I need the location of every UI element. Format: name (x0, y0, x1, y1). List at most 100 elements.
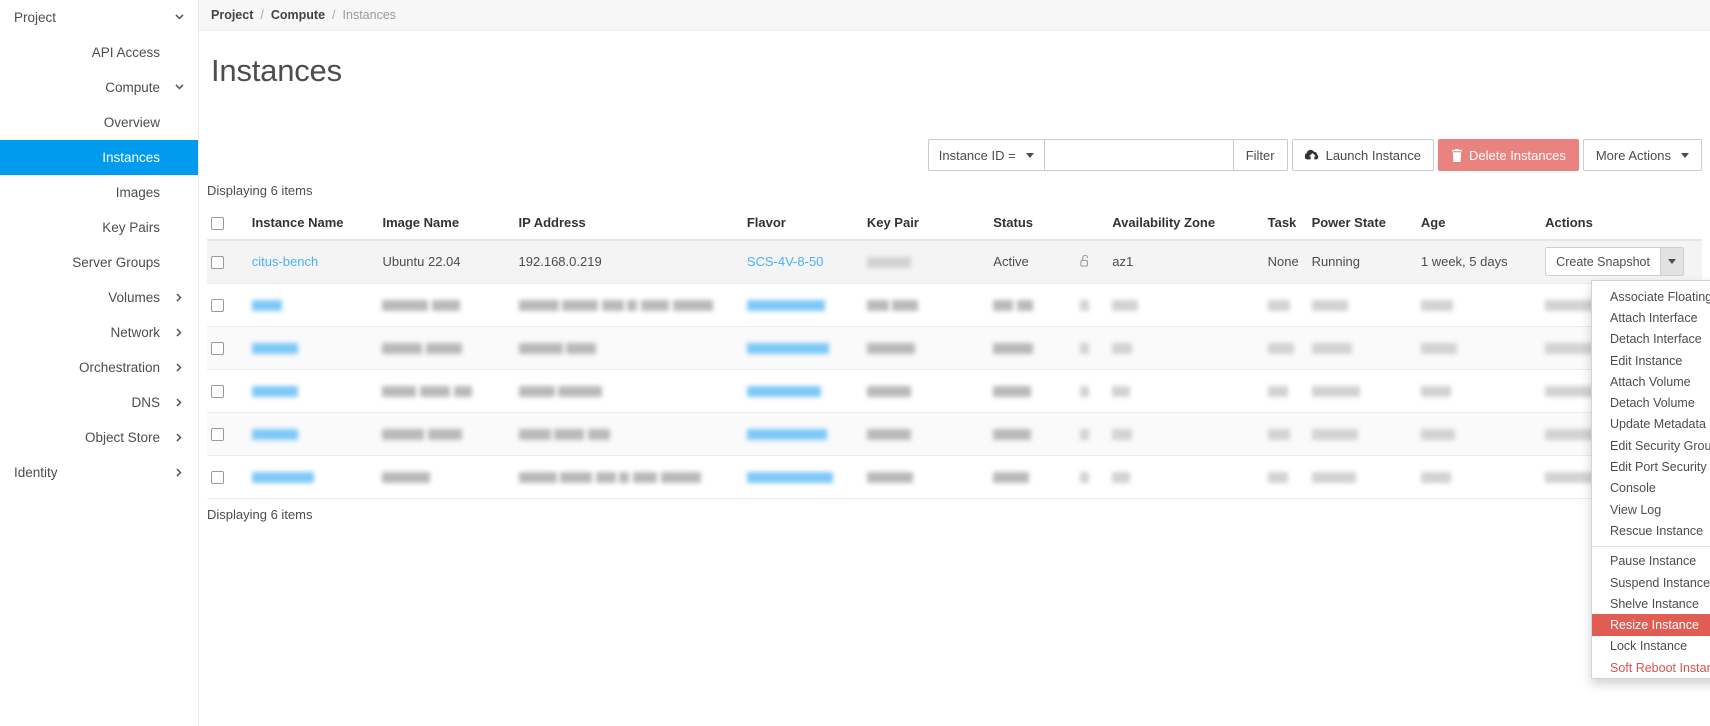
sidebar-item-api-access[interactable]: API Access (0, 35, 198, 70)
redacted-value (1267, 300, 1290, 312)
row-checkbox[interactable] (211, 385, 224, 399)
redacted-value (382, 300, 429, 312)
cell-power-state (1307, 412, 1417, 456)
sidebar-item-images[interactable]: Images (0, 175, 198, 210)
table-header: Instance Name Image Name IP Address Flav… (207, 207, 1702, 242)
sidebar-item-object-store[interactable]: Object Store (0, 420, 198, 455)
filter-field-select[interactable]: Instance ID = (927, 139, 1044, 171)
create-snapshot-button[interactable]: Create Snapshot (1545, 247, 1661, 277)
sidebar-item-label: Overview (103, 115, 160, 130)
breadcrumb-compute[interactable]: Compute (271, 8, 325, 22)
menu-item-edit-instance[interactable]: Edit Instance (1592, 350, 1710, 371)
column-header-task[interactable]: Task (1263, 207, 1308, 242)
flavor-link[interactable]: SCS-4V-8-50 (747, 254, 824, 269)
cell-flavor (742, 326, 863, 370)
cell-task (1263, 283, 1308, 327)
table-row[interactable] (207, 369, 1702, 413)
sidebar-item-key-pairs[interactable]: Key Pairs (0, 210, 198, 245)
table-body: citus-bench Ubuntu 22.04 192.168.0.219 SCS-… (207, 240, 1702, 499)
redacted-value (420, 386, 451, 398)
item-count-top: Displaying 6 items (207, 183, 313, 198)
sidebar-item-identity[interactable]: Identity (0, 455, 198, 490)
chevron-down-icon (172, 11, 186, 25)
breadcrumb-project[interactable]: Project (211, 8, 253, 22)
select-all-checkbox[interactable] (211, 217, 224, 231)
chevron-right-icon (172, 396, 186, 410)
redacted-value (1112, 343, 1133, 355)
sidebar-item-volumes[interactable]: Volumes (0, 280, 198, 315)
column-header-power-state[interactable]: Power State (1307, 207, 1417, 242)
row-checkbox[interactable] (211, 299, 224, 313)
column-header-key-pair[interactable]: Key Pair (862, 207, 990, 242)
sidebar-item-label: Object Store (84, 430, 160, 445)
menu-item-soft-reboot-instance[interactable]: Soft Reboot Instance (1592, 657, 1710, 678)
menu-item-detach-volume[interactable]: Detach Volume (1592, 392, 1710, 413)
redacted-value (251, 300, 282, 312)
menu-item-pause-instance[interactable]: Pause Instance (1592, 551, 1710, 572)
menu-item-lock-instance[interactable]: Lock Instance (1592, 636, 1710, 657)
row-actions-toggle[interactable] (1660, 247, 1684, 277)
cell-instance-name (247, 283, 379, 327)
menu-item-suspend-instance[interactable]: Suspend Instance (1592, 572, 1710, 593)
redacted-value (1311, 386, 1360, 398)
menu-item-edit-security-groups[interactable]: Edit Security Groups (1592, 435, 1710, 456)
cell-power-state (1307, 283, 1417, 327)
menu-item-attach-volume[interactable]: Attach Volume (1592, 371, 1710, 392)
menu-item-detach-interface[interactable]: Detach Interface (1592, 329, 1710, 350)
redacted-value (518, 386, 555, 398)
breadcrumb-current: Instances (342, 8, 397, 22)
table-row[interactable] (207, 412, 1702, 456)
column-header-ip-address[interactable]: IP Address (514, 207, 743, 242)
redacted-value (1080, 386, 1090, 398)
menu-item-label: Update Metadata (1610, 417, 1706, 432)
delete-instances-button[interactable]: Delete Instances (1438, 139, 1579, 171)
sidebar-item-instances[interactable]: Instances (0, 140, 198, 175)
cell-image-name (378, 412, 515, 456)
row-checkbox[interactable] (211, 428, 224, 442)
delete-instances-label: Delete Instances (1469, 147, 1566, 163)
menu-item-label: Edit Instance (1610, 353, 1683, 368)
more-actions-button[interactable]: More Actions (1582, 139, 1702, 171)
menu-item-view-log[interactable]: View Log (1592, 499, 1710, 520)
sidebar-item-orchestration[interactable]: Orchestration (0, 350, 198, 385)
row-checkbox[interactable] (211, 471, 224, 485)
table-row[interactable]: citus-bench Ubuntu 22.04 192.168.0.219 SCS-… (207, 240, 1702, 284)
cell-lock (1076, 455, 1109, 499)
sidebar-item-network[interactable]: Network (0, 315, 198, 350)
column-header-status[interactable]: Status (989, 207, 1109, 242)
menu-item-console[interactable]: Console (1592, 478, 1710, 499)
sidebar-item-overview[interactable]: Overview (0, 105, 198, 140)
column-header-image-name[interactable]: Image Name (378, 207, 515, 242)
cell-lock (1076, 326, 1109, 370)
column-header-age[interactable]: Age (1416, 207, 1542, 242)
cell-lock (1076, 283, 1109, 327)
menu-item-rescue-instance[interactable]: Rescue Instance (1592, 520, 1710, 541)
menu-item-label: Detach Volume (1610, 396, 1695, 411)
menu-item-resize-instance[interactable]: Resize Instance (1592, 614, 1710, 636)
menu-item-shelve-instance[interactable]: Shelve Instance (1592, 593, 1710, 614)
sidebar-item-dns[interactable]: DNS (0, 385, 198, 420)
menu-item-update-metadata[interactable]: Update Metadata (1592, 414, 1710, 435)
row-checkbox[interactable] (211, 256, 224, 270)
sidebar-item-project[interactable]: Project (0, 0, 198, 35)
menu-item-associate-floating-ip[interactable]: Associate Floating IP (1592, 286, 1710, 307)
column-header-flavor[interactable]: Flavor (742, 207, 863, 242)
filter-button[interactable]: Filter (1233, 139, 1288, 171)
sidebar-item-compute[interactable]: Compute (0, 70, 198, 105)
column-header-availability-zone[interactable]: Availability Zone (1108, 207, 1264, 242)
sidebar-item-server-groups[interactable]: Server Groups (0, 245, 198, 280)
column-header-instance-name[interactable]: Instance Name (247, 207, 379, 242)
row-checkbox[interactable] (211, 342, 224, 356)
menu-item-edit-port-security-groups[interactable]: Edit Port Security Groups (1592, 456, 1710, 477)
launch-instance-button[interactable]: Launch Instance (1291, 139, 1434, 171)
cell-ip-address (514, 455, 743, 499)
table-row[interactable] (207, 326, 1702, 370)
sidebar-item-label: API Access (91, 45, 160, 60)
menu-item-attach-interface[interactable]: Attach Interface (1592, 307, 1710, 328)
search-input[interactable] (1043, 139, 1234, 171)
table-row[interactable] (207, 455, 1702, 499)
cell-image-name: Ubuntu 22.04 (378, 240, 515, 284)
instance-name-link[interactable]: citus-bench (252, 254, 318, 269)
table-row[interactable] (207, 283, 1702, 327)
redacted-value (1420, 386, 1451, 398)
